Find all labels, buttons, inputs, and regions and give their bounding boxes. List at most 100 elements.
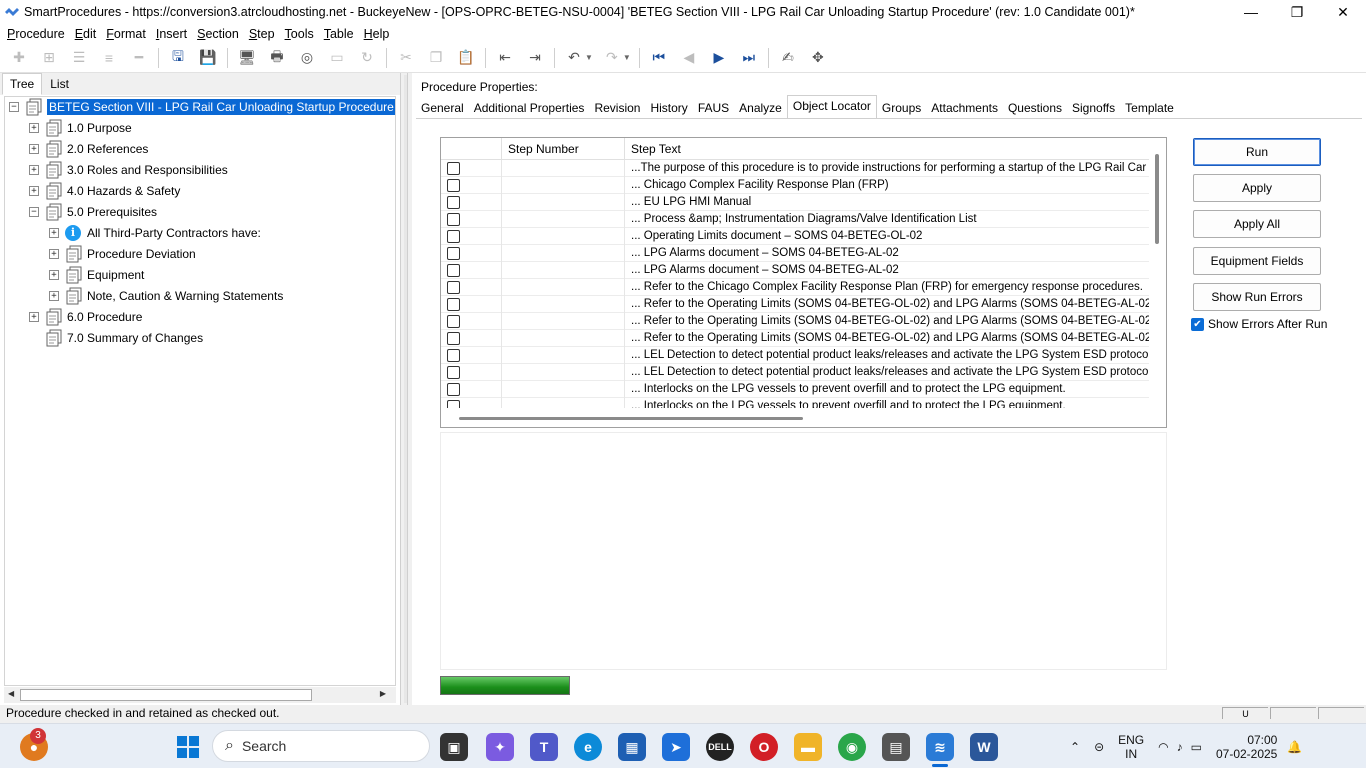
table-row[interactable]: ... Chicago Complex Facility Response Pl… [441,177,1151,194]
remove-icon[interactable]: ━ [128,47,150,69]
table-row[interactable]: ... Refer to the Operating Limits (SOMS … [441,330,1151,347]
save-icon[interactable]: 💾 [197,47,219,69]
menu-tools[interactable]: Tools [282,27,321,41]
store-icon[interactable]: ▦ [618,733,646,761]
row-checkbox[interactable] [447,349,460,362]
tree-node[interactable]: 7.0 Summary of Changes [29,328,203,348]
tree-node[interactable]: + Note, Caution & Warning Statements [49,286,283,306]
chrome-icon[interactable]: ◉ [838,733,866,761]
row-checkbox[interactable] [447,400,460,408]
tab-groups[interactable]: Groups [877,98,926,119]
redo-dropdown-icon[interactable]: ▼ [623,53,631,62]
tab-questions[interactable]: Questions [1003,98,1067,119]
last-icon[interactable]: ⏭ [738,47,760,69]
grid-header-step-text[interactable]: Step Text [625,138,1151,160]
row-checkbox[interactable] [447,196,460,209]
table-row[interactable]: ...The purpose of this procedure is to p… [441,160,1151,177]
teams-icon[interactable]: T [530,733,558,761]
dell-icon[interactable]: DELL [706,733,734,761]
row-checkbox[interactable] [447,315,460,328]
tab-list[interactable]: List [42,73,77,95]
scroll-right-icon[interactable]: ▶ [380,689,386,698]
row-checkbox[interactable] [447,383,460,396]
tree-node[interactable]: − 5.0 Prerequisites [29,202,157,222]
collapse-icon[interactable]: − [9,102,19,112]
clock-time[interactable]: 07:00 [1247,733,1277,747]
show-run-errors-button[interactable]: Show Run Errors [1193,283,1321,311]
tree-node[interactable]: + i All Third-Party Contractors have: [49,223,261,243]
tree-node[interactable]: + Equipment [49,265,144,285]
row-checkbox[interactable] [447,298,460,311]
opera-icon[interactable]: O [750,733,778,761]
notifications-icon[interactable]: 🔔 [1287,740,1302,754]
expand-icon[interactable]: + [29,123,39,133]
row-checkbox[interactable] [447,247,460,260]
next-icon[interactable]: ▶ [708,47,730,69]
table-row[interactable]: ... Interlocks on the LPG vessels to pre… [441,398,1151,408]
edge-icon[interactable]: e [574,733,602,761]
expand-icon[interactable]: + [49,270,59,280]
checkmark-icon[interactable]: ✔ [1191,317,1204,331]
indent-right-icon[interactable]: ⇥ [524,47,546,69]
run-button[interactable]: Run [1193,138,1321,166]
refresh-icon[interactable]: ↻ [356,47,378,69]
tree-node[interactable]: +4.0 Hazards & Safety [29,181,180,201]
table-row[interactable]: ... Refer to the Chicago Complex Facilit… [441,279,1151,296]
first-icon[interactable]: ⏮ [648,47,670,69]
copilot-icon[interactable]: ✦ [486,733,514,761]
wifi-icon[interactable]: ◠ [1158,740,1168,754]
region-label[interactable]: IN [1125,747,1137,761]
start-icon[interactable] [174,733,202,761]
table-row[interactable]: ... LPG Alarms document – SOMS 04-BETEG-… [441,245,1151,262]
tree-node[interactable]: +3.0 Roles and Responsibilities [29,160,228,180]
tree-node[interactable]: + Procedure Deviation [49,244,196,264]
pane-splitter-grip[interactable] [404,75,407,703]
row-checkbox[interactable] [447,332,460,345]
tab-history[interactable]: History [645,98,692,119]
preview-icon[interactable]: 🖥 [236,47,258,69]
minimize-button[interactable]: — [1228,0,1274,24]
grid-hscroll-thumb[interactable] [459,417,803,420]
language-label[interactable]: ENG [1118,733,1144,747]
menu-section[interactable]: Section [194,27,246,41]
table-row[interactable]: ... LEL Detection to detect potential pr… [441,364,1151,381]
tree-node[interactable]: − BETEG Section VIII - LPG Rail Car Unloa… [9,97,395,117]
menu-edit[interactable]: Edit [72,27,104,41]
equipment-fields-button[interactable]: Equipment Fields [1193,247,1321,275]
row-checkbox[interactable] [447,281,460,294]
table-row[interactable]: ... Refer to the Operating Limits (SOMS … [441,313,1151,330]
grid-header-select[interactable] [441,138,502,160]
tree-node[interactable]: +6.0 Procedure [29,307,142,327]
save-all-icon[interactable]: 🖫 [167,47,189,69]
list-icon[interactable]: ☰ [68,47,90,69]
row-checkbox[interactable] [447,264,460,277]
file-explorer-icon[interactable]: ▬ [794,733,822,761]
close-button[interactable]: ✕ [1320,0,1366,24]
menu-format[interactable]: Format [103,27,153,41]
expand-icon[interactable]: + [29,165,39,175]
expand-icon[interactable]: + [29,144,39,154]
grid-horizontal-scrollbar[interactable] [441,410,1166,427]
tab-faus[interactable]: FAUS [693,98,734,119]
expand-icon[interactable]: + [49,291,59,301]
row-checkbox[interactable] [447,230,460,243]
tree-node[interactable]: +1.0 Purpose [29,118,132,138]
grid-header-step-number[interactable]: Step Number [502,138,625,160]
menu-insert[interactable]: Insert [153,27,194,41]
row-checkbox[interactable] [447,366,460,379]
table-row[interactable]: ... Refer to the Operating Limits (SOMS … [441,296,1151,313]
word-icon[interactable]: W [970,733,998,761]
table-row[interactable]: ... Process &amp; Instrumentation Diagra… [441,211,1151,228]
menu-help[interactable]: Help [361,27,397,41]
collapse-icon[interactable]: − [29,207,39,217]
expand-icon[interactable]: + [49,228,59,238]
globe-icon[interactable]: ◎ [296,47,318,69]
window-icon[interactable]: ▭ [326,47,348,69]
scroll-thumb[interactable] [20,689,312,701]
table-row[interactable]: ... Interlocks on the LPG vessels to pre… [441,381,1151,398]
previous-icon[interactable]: ◀ [678,47,700,69]
grid-vertical-scrollbar[interactable] [1149,138,1166,412]
row-checkbox[interactable] [447,162,460,175]
tab-attachments[interactable]: Attachments [926,98,1003,119]
table-row[interactable]: ... LPG Alarms document – SOMS 04-BETEG-… [441,262,1151,279]
